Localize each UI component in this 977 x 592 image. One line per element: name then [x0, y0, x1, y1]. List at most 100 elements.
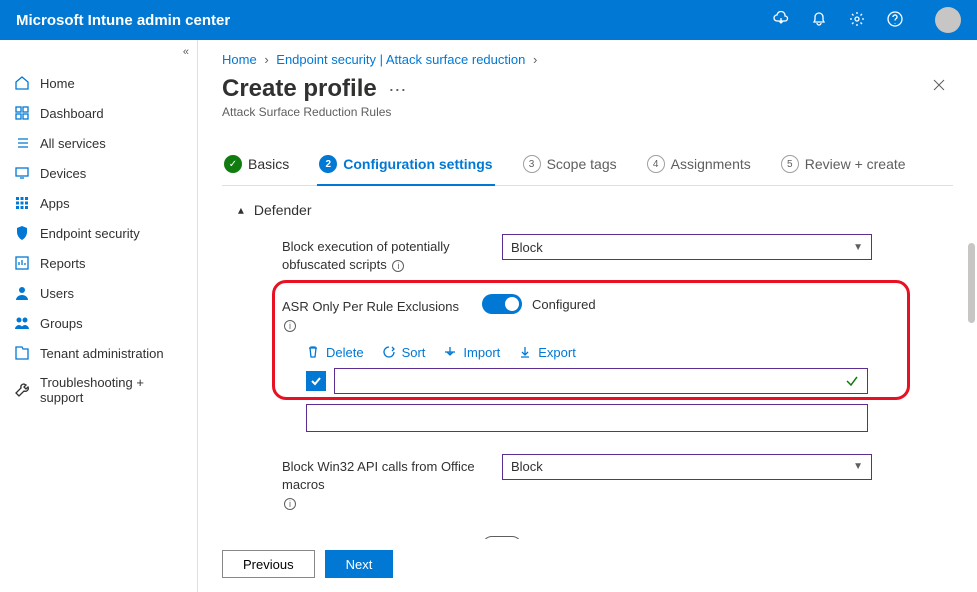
info-icon[interactable]: i	[284, 320, 296, 332]
reports-icon	[14, 255, 30, 271]
gear-icon[interactable]	[849, 11, 865, 30]
step-assignments[interactable]: 4 Assignments	[645, 145, 753, 185]
main-content: Home › Endpoint security | Attack surfac…	[198, 40, 977, 592]
exclusion-row-checkbox[interactable]	[306, 371, 326, 391]
exclusion-path-input[interactable]	[334, 368, 868, 394]
chevron-down-icon: ▼	[853, 242, 863, 253]
sidebar-item-groups[interactable]: Groups	[0, 308, 197, 338]
chevron-down-icon: ▼	[853, 461, 863, 472]
select-value: Block	[511, 459, 543, 474]
list-icon	[14, 135, 30, 151]
sidebar-item-devices[interactable]: Devices	[0, 158, 197, 188]
check-icon	[845, 374, 859, 391]
cloud-icon[interactable]	[773, 11, 789, 30]
wizard-footer: Previous Next	[198, 539, 977, 592]
sidebar-item-label: Dashboard	[40, 106, 104, 121]
next-button[interactable]: Next	[325, 550, 394, 578]
section-title: Defender	[254, 202, 312, 218]
step-label: Assignments	[671, 156, 751, 172]
home-icon	[14, 75, 30, 91]
sort-button[interactable]: Sort	[382, 345, 426, 360]
close-icon[interactable]	[925, 75, 953, 98]
step-review-create[interactable]: 5 Review + create	[779, 145, 908, 185]
step-number-icon: 5	[781, 155, 799, 173]
sidebar-item-label: Home	[40, 76, 75, 91]
sidebar-item-label: Apps	[40, 196, 70, 211]
users-icon	[14, 285, 30, 301]
collapse-sidebar-icon[interactable]: «	[183, 46, 187, 58]
check-icon: ✓	[224, 155, 242, 173]
app-brand: Microsoft Intune admin center	[16, 12, 230, 29]
asr-exclusions-toggle[interactable]	[482, 294, 522, 314]
wizard-steps: ✓ Basics 2 Configuration settings 3 Scop…	[222, 145, 953, 186]
sidebar-item-label: Reports	[40, 256, 86, 271]
sidebar-item-endpoint-security[interactable]: Endpoint security	[0, 218, 197, 248]
setting-label: Block execution of potentially obfuscate…	[282, 234, 492, 274]
toggle-label: Configured	[532, 297, 596, 312]
breadcrumb-separator: ›	[264, 52, 268, 67]
step-scope-tags[interactable]: 3 Scope tags	[521, 145, 619, 185]
previous-button[interactable]: Previous	[222, 550, 315, 578]
setting-label: ASR Only Per Rule Exclusions i	[282, 294, 472, 334]
step-label: Configuration settings	[343, 156, 492, 172]
button-label: Export	[538, 345, 576, 360]
step-basics[interactable]: ✓ Basics	[222, 145, 291, 185]
shield-icon	[14, 225, 30, 241]
sidebar-item-label: All services	[40, 136, 106, 151]
block-obfuscated-select[interactable]: Block ▼	[502, 234, 872, 260]
sidebar-item-troubleshooting[interactable]: Troubleshooting + support	[0, 368, 197, 412]
info-icon[interactable]: i	[392, 260, 404, 272]
bell-icon[interactable]	[811, 11, 827, 30]
sidebar-item-tenant-admin[interactable]: Tenant administration	[0, 338, 197, 368]
sidebar-item-label: Users	[40, 286, 74, 301]
avatar[interactable]	[935, 7, 961, 33]
breadcrumb: Home › Endpoint security | Attack surfac…	[198, 40, 977, 71]
chevron-up-icon: ▼	[236, 205, 246, 216]
sidebar-item-users[interactable]: Users	[0, 278, 197, 308]
top-bar: Microsoft Intune admin center	[0, 0, 977, 40]
scrollbar-thumb[interactable]	[968, 243, 975, 323]
groups-icon	[14, 315, 30, 331]
step-number-icon: 2	[319, 155, 337, 173]
sidebar-item-all-services[interactable]: All services	[0, 128, 197, 158]
sidebar-item-home[interactable]: Home	[0, 68, 197, 98]
apps-icon	[14, 195, 30, 211]
step-label: Review + create	[805, 156, 906, 172]
devices-icon	[14, 165, 30, 181]
button-label: Delete	[326, 345, 364, 360]
more-actions-icon[interactable]: ⋯	[388, 80, 406, 100]
breadcrumb-separator: ›	[533, 52, 537, 67]
export-button[interactable]: Export	[518, 345, 576, 360]
info-icon[interactable]: i	[284, 498, 296, 510]
sidebar-item-label: Troubleshooting + support	[40, 375, 183, 405]
step-label: Scope tags	[547, 156, 617, 172]
button-label: Import	[463, 345, 500, 360]
dashboard-icon	[14, 105, 30, 121]
step-label: Basics	[248, 156, 289, 172]
sidebar-item-reports[interactable]: Reports	[0, 248, 197, 278]
breadcrumb-home[interactable]: Home	[222, 52, 257, 67]
sidebar-item-label: Tenant administration	[40, 346, 164, 361]
select-value: Block	[511, 240, 543, 255]
page-title: Create profile	[222, 75, 377, 103]
wrench-icon	[14, 382, 30, 398]
delete-button[interactable]: Delete	[306, 345, 364, 360]
sidebar-item-label: Groups	[40, 316, 83, 331]
sidebar-item-label: Endpoint security	[40, 226, 140, 241]
top-bar-actions	[773, 7, 961, 33]
button-label: Sort	[402, 345, 426, 360]
help-icon[interactable]	[887, 11, 903, 30]
breadcrumb-endpoint-security[interactable]: Endpoint security | Attack surface reduc…	[276, 52, 525, 67]
sidebar-item-dashboard[interactable]: Dashboard	[0, 98, 197, 128]
step-number-icon: 4	[647, 155, 665, 173]
page-subtitle: Attack Surface Reduction Rules	[222, 105, 406, 119]
section-defender-toggle[interactable]: ▼ Defender	[236, 202, 953, 218]
setting-label: Block Win32 API calls from Office macros…	[282, 454, 492, 513]
step-configuration-settings[interactable]: 2 Configuration settings	[317, 145, 494, 185]
block-win32-select[interactable]: Block ▼	[502, 454, 872, 480]
exclusion-empty-input[interactable]	[306, 404, 868, 432]
sidebar-item-apps[interactable]: Apps	[0, 188, 197, 218]
sidebar: « Home Dashboard All services Devices Ap…	[0, 40, 198, 592]
exclusions-toolbar: Delete Sort Import Export	[222, 341, 953, 368]
import-button[interactable]: Import	[443, 345, 500, 360]
